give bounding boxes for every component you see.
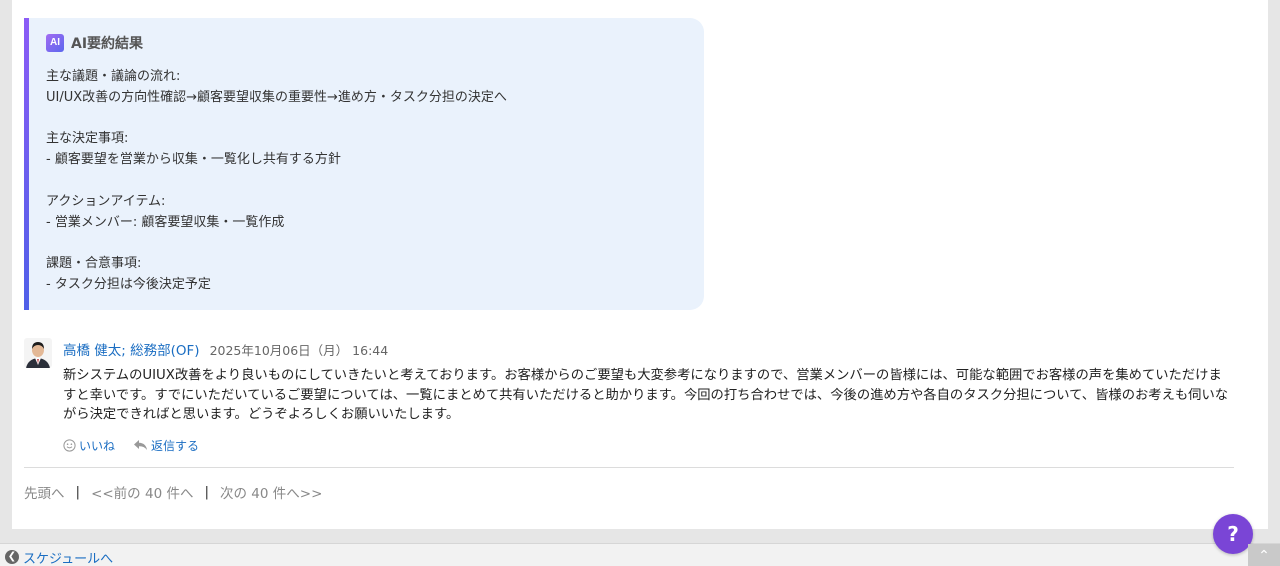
ai-summary-box: AI AI要約結果 主な議題・議論の流れ: UI/UX改善の方向性確認→顧客要望収… [24, 18, 704, 310]
like-button[interactable]: いいね [63, 437, 115, 454]
ai-summary-line: - タスク分担は今後決定予定 [46, 276, 211, 292]
comment-text: 新システムのUIUX改善をより良いものにしていきたいと考えております。お客様から… [63, 368, 1229, 422]
reply-icon [134, 440, 148, 450]
pagination: 先頭へ | <<前の 40 件へ | 次の 40 件へ>> [24, 482, 322, 502]
ai-icon: AI [46, 34, 64, 52]
like-label: いいね [79, 438, 116, 453]
prev-page-link[interactable]: <<前の 40 件へ [91, 482, 193, 502]
help-button[interactable]: ? [1213, 514, 1253, 554]
reply-button[interactable]: 返信する [133, 437, 199, 454]
first-page-link[interactable]: 先頭へ [24, 482, 65, 502]
chevron-left-icon: ❮ [5, 550, 19, 564]
pager-separator: | [204, 484, 210, 500]
ai-summary-title: AI要約結果 [71, 36, 144, 52]
ai-summary-blank-line [46, 109, 686, 130]
ai-summary-line: アクションアイテム: [46, 193, 166, 209]
comment-author-link[interactable]: 高橋 健太; 総務部(OF) [63, 339, 200, 359]
pager-separator: | [75, 484, 81, 500]
comment-meta: 高橋 健太; 総務部(OF) 2025年10月06日（月） 16:44 [63, 339, 389, 360]
ai-summary-line: 課題・合意事項: [46, 256, 142, 272]
ai-summary-line: - 営業メンバー: 顧客要望収集・一覧作成 [46, 214, 285, 230]
chevron-up-icon: ⌃ [1258, 548, 1270, 564]
scroll-to-top-button[interactable]: ⌃ [1248, 544, 1280, 566]
reply-label: 返信する [151, 438, 200, 453]
ai-summary-line: UI/UX改善の方向性確認→顧客要望収集の重要性→進め方・タスク分担の決定へ [46, 89, 507, 105]
back-to-schedule-link[interactable]: ❮ スケジュールへ [5, 549, 114, 566]
ai-summary-blank-line [46, 233, 686, 254]
comment-date: 2025年10月06日（月） 16:44 [209, 342, 389, 358]
ai-summary-body: 主な議題・議論の流れ: UI/UX改善の方向性確認→顧客要望収集の重要性→進め方・… [46, 67, 686, 296]
ai-summary-blank-line [46, 171, 686, 192]
ai-summary-line: - 顧客要望を営業から収集・一覧化し共有する方針 [46, 152, 341, 168]
next-page-link[interactable]: 次の 40 件へ>> [220, 482, 322, 502]
avatar [24, 338, 52, 368]
smile-icon [63, 438, 76, 452]
ai-summary-header: AI AI要約結果 [46, 34, 143, 52]
back-to-schedule-label: スケジュールへ [23, 551, 114, 566]
divider [24, 467, 1234, 468]
footer-bar: ❮ スケジュールへ [0, 543, 1280, 566]
ai-summary-line: 主な議題・議論の流れ: [46, 69, 181, 84]
ai-summary-line: 主な決定事項: [46, 131, 129, 147]
comment-actions: いいね 返信する [63, 436, 199, 454]
